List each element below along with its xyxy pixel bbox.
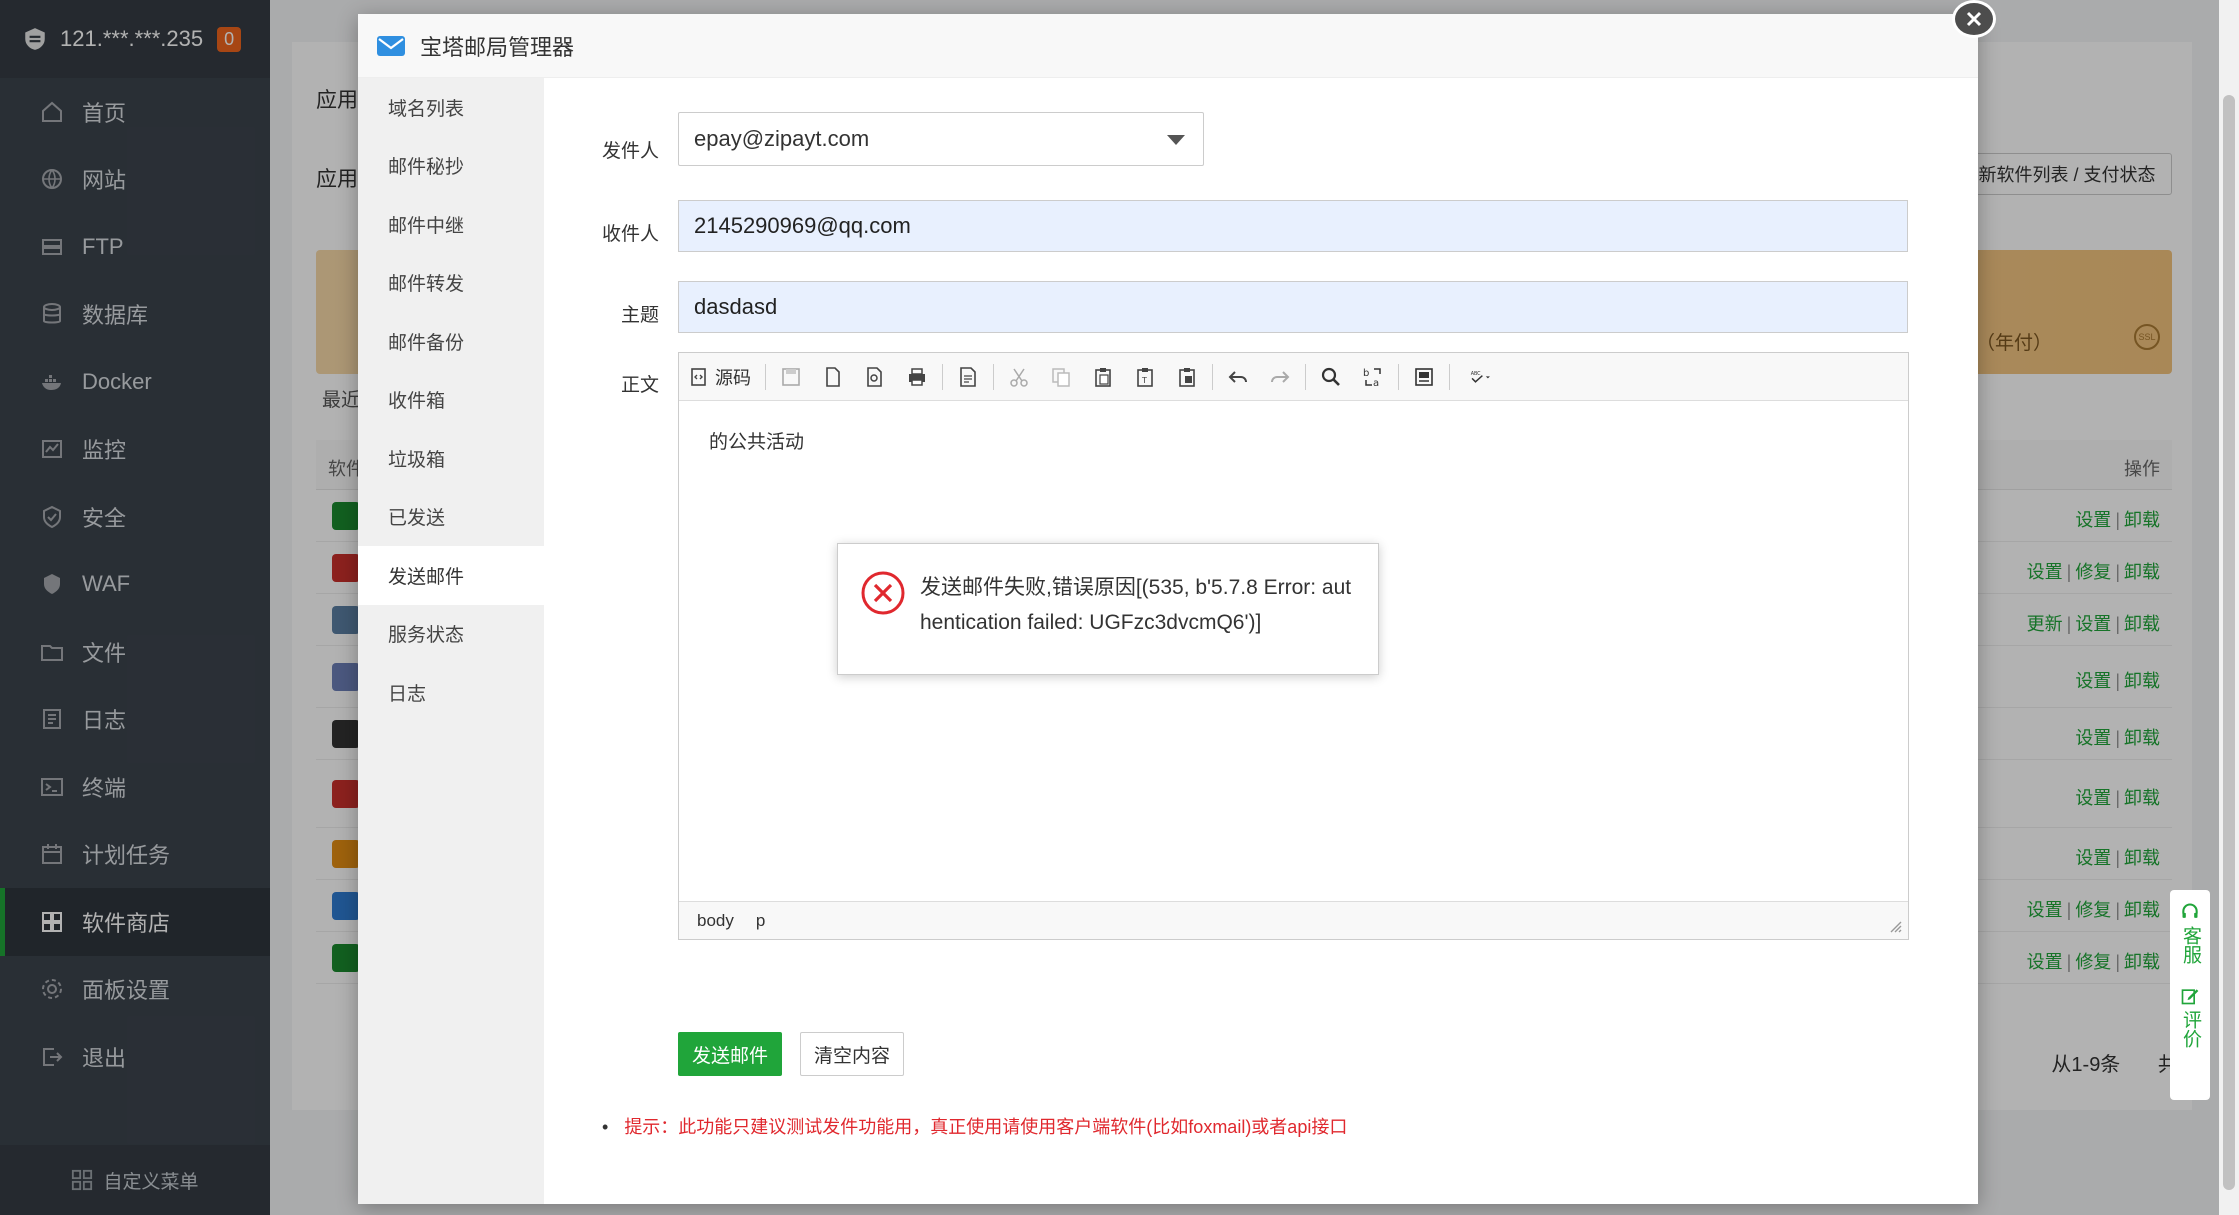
- mail-nav-item-10[interactable]: 日志: [358, 663, 544, 722]
- new-page-icon: [826, 366, 840, 387]
- sender-label: 发件人: [601, 141, 659, 162]
- mail-nav-item-2[interactable]: 邮件中继: [358, 195, 544, 254]
- usage-tip: 提示：此功能只建议测试发件功能用，真正使用请使用客户端软件(比如foxmail)…: [602, 1113, 1347, 1139]
- toolbar-separator: [1398, 363, 1399, 390]
- source-button[interactable]: 源码: [689, 364, 751, 390]
- recipient-input[interactable]: 2145290969@qq.com: [678, 200, 1908, 252]
- source-code-icon: [691, 367, 706, 386]
- clear-content-button[interactable]: 清空内容: [800, 1032, 904, 1076]
- replace-button[interactable]: ba: [1359, 363, 1387, 391]
- mail-nav-item-4[interactable]: 邮件备份: [358, 312, 544, 371]
- element-path-body[interactable]: body: [697, 911, 734, 931]
- body-label: 正文: [620, 375, 659, 396]
- close-icon: [1966, 11, 1982, 27]
- templates-button[interactable]: [954, 363, 982, 391]
- subject-value: dasdasd: [694, 294, 778, 319]
- paste-text-button[interactable]: T: [1131, 363, 1159, 391]
- svg-text:T: T: [1141, 376, 1147, 385]
- review-label: 评价: [2180, 1010, 2201, 1048]
- mail-nav-item-6[interactable]: 垃圾箱: [358, 429, 544, 488]
- toolbar-separator: [993, 363, 994, 390]
- select-all-icon: [1415, 367, 1433, 386]
- sender-select[interactable]: epay@zipayt.com: [678, 112, 1204, 166]
- mail-nav-item-1[interactable]: 邮件秘抄: [358, 137, 544, 196]
- copy-icon: [1052, 367, 1070, 387]
- save-icon: [782, 367, 800, 386]
- toolbar-separator: [765, 363, 766, 390]
- scrollbar-thumb[interactable]: [2223, 95, 2235, 1190]
- svg-text:ABC: ABC: [1471, 370, 1481, 376]
- mail-nav-item-8[interactable]: 发送邮件: [358, 546, 544, 605]
- svg-text:a: a: [1373, 378, 1379, 388]
- floating-tools: 客服 评价: [2170, 890, 2210, 1100]
- page-scrollbar[interactable]: [2219, 0, 2239, 1215]
- resize-grip-icon[interactable]: [1888, 919, 1902, 933]
- paste-word-button[interactable]: [1173, 363, 1201, 391]
- paste-word-icon: [1179, 367, 1195, 387]
- error-icon: [861, 571, 905, 615]
- find-button[interactable]: [1317, 363, 1345, 391]
- chevron-down-icon: [1167, 135, 1185, 145]
- preview-icon: [867, 366, 882, 387]
- recipient-value: 2145290969@qq.com: [694, 213, 911, 238]
- error-toast: 发送邮件失败,错误原因[(535, b'5.7.8 Error: authent…: [837, 543, 1379, 675]
- mail-nav-item-9[interactable]: 服务状态: [358, 605, 544, 664]
- preview-button[interactable]: [861, 363, 889, 391]
- headset-icon: [2182, 903, 2198, 918]
- spellcheck-button[interactable]: ABC: [1461, 363, 1501, 391]
- toolbar-separator: [942, 363, 943, 390]
- paste-button[interactable]: [1089, 363, 1117, 391]
- modal-close-button[interactable]: [1952, 0, 1996, 38]
- edit-icon: [2181, 989, 2199, 1005]
- new-page-button[interactable]: [819, 363, 847, 391]
- cut-button[interactable]: [1005, 363, 1033, 391]
- save-button[interactable]: [777, 363, 805, 391]
- customer-service-label: 客服: [2180, 926, 2201, 964]
- mail-nav-item-5[interactable]: 收件箱: [358, 371, 544, 430]
- copy-button[interactable]: [1047, 363, 1075, 391]
- paste-text-icon: T: [1137, 367, 1153, 387]
- error-message: 发送邮件失败,错误原因[(535, b'5.7.8 Error: authent…: [920, 576, 1352, 634]
- spellcheck-icon: ABC: [1471, 370, 1490, 383]
- template-icon: [960, 366, 976, 387]
- redo-button[interactable]: [1266, 363, 1294, 391]
- undo-icon: [1228, 370, 1247, 383]
- sender-value: epay@zipayt.com: [694, 126, 870, 151]
- editor-statusbar: body p: [679, 901, 1908, 939]
- subject-input[interactable]: dasdasd: [678, 281, 1908, 333]
- review-button[interactable]: 评价: [2178, 986, 2202, 1048]
- print-button[interactable]: [903, 363, 931, 391]
- paste-icon: [1095, 367, 1111, 387]
- mail-nav-item-7[interactable]: 已发送: [358, 488, 544, 547]
- send-mail-button[interactable]: 发送邮件: [678, 1032, 782, 1076]
- element-path-p[interactable]: p: [756, 911, 765, 931]
- mail-nav-item-0[interactable]: 域名列表: [358, 78, 544, 137]
- redo-icon: [1271, 370, 1290, 383]
- print-icon: [909, 367, 925, 386]
- undo-button[interactable]: [1224, 363, 1252, 391]
- replace-icon: ba: [1363, 368, 1381, 388]
- modal-title: 宝塔邮局管理器: [420, 34, 575, 60]
- toolbar-separator: [1305, 363, 1306, 390]
- editor-toolbar: 源码 T ba ABC: [679, 353, 1908, 401]
- subject-label: 主题: [620, 305, 659, 326]
- customer-service-button[interactable]: 客服: [2178, 902, 2202, 964]
- mail-nav-item-3[interactable]: 邮件转发: [358, 254, 544, 313]
- search-icon: [1321, 367, 1340, 386]
- toolbar-separator: [1449, 363, 1450, 390]
- svg-text:b: b: [1363, 368, 1369, 379]
- cut-icon: [1010, 368, 1028, 387]
- recipient-label: 收件人: [601, 224, 659, 245]
- mail-nav: 域名列表 邮件秘抄 邮件中继 邮件转发 邮件备份 收件箱 垃圾箱 已发送 发送邮件 服务状态 日志: [358, 78, 544, 1204]
- toolbar-separator: [1212, 363, 1213, 390]
- select-all-button[interactable]: [1410, 363, 1438, 391]
- source-label: 源码: [715, 367, 751, 388]
- mail-icon: [377, 35, 405, 56]
- modal-header: 宝塔邮局管理器: [358, 14, 1978, 78]
